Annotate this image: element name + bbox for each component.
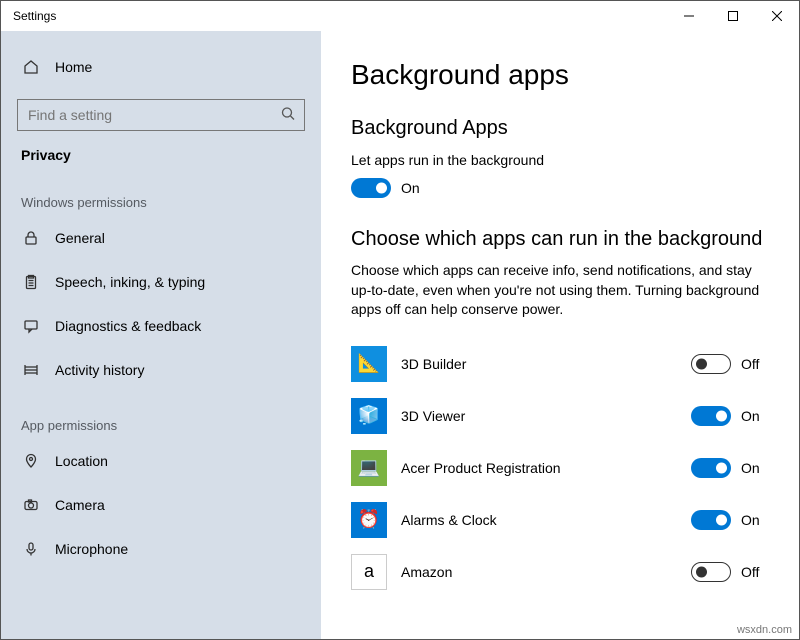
app-toggle[interactable] bbox=[691, 562, 731, 582]
app-name: 3D Viewer bbox=[401, 408, 465, 424]
activity-icon bbox=[21, 362, 41, 378]
app-name: 3D Builder bbox=[401, 356, 466, 372]
app-toggle-state: Off bbox=[741, 564, 759, 580]
nav-item-diagnostics-feedback[interactable]: Diagnostics & feedback bbox=[1, 304, 321, 348]
app-item: 💻 Acer Product Registration On bbox=[351, 442, 775, 494]
app-name: Amazon bbox=[401, 564, 452, 580]
window-title: Settings bbox=[1, 9, 56, 23]
clipboard-icon bbox=[21, 274, 41, 290]
nav-item-label: Camera bbox=[55, 497, 105, 513]
section-choose-apps-title: Choose which apps can run in the backgro… bbox=[351, 228, 775, 251]
nav-item-camera[interactable]: Camera bbox=[1, 483, 321, 527]
home-label: Home bbox=[55, 59, 92, 75]
app-toggle-wrap: On bbox=[691, 406, 775, 426]
app-toggle-wrap: Off bbox=[691, 354, 775, 374]
master-toggle[interactable] bbox=[351, 178, 391, 198]
app-toggle[interactable] bbox=[691, 458, 731, 478]
titlebar: Settings bbox=[1, 1, 799, 31]
app-toggle-state: On bbox=[741, 460, 760, 476]
app-toggle-wrap: On bbox=[691, 458, 775, 478]
app-toggle-wrap: On bbox=[691, 510, 775, 530]
nav-item-label: Activity history bbox=[55, 362, 144, 378]
main-content: Background apps Background Apps Let apps… bbox=[321, 31, 799, 639]
search-wrap bbox=[17, 99, 305, 131]
app-toggle[interactable] bbox=[691, 406, 731, 426]
search-input[interactable] bbox=[17, 99, 305, 131]
home-nav[interactable]: Home bbox=[1, 49, 321, 85]
nav-item-speech-inking-typing[interactable]: Speech, inking, & typing bbox=[1, 260, 321, 304]
page-title: Background apps bbox=[351, 59, 775, 91]
close-icon bbox=[772, 11, 782, 21]
watermark: wsxdn.com bbox=[737, 624, 792, 636]
master-toggle-row: On bbox=[351, 178, 775, 198]
camera-icon bbox=[21, 497, 41, 513]
minimize-button[interactable] bbox=[667, 1, 711, 31]
nav-item-label: General bbox=[55, 230, 105, 246]
app-icon: 🧊 bbox=[351, 398, 387, 434]
current-category: Privacy bbox=[1, 141, 321, 169]
sidebar: Home Privacy Windows permissions General S… bbox=[1, 31, 321, 639]
master-toggle-label: Let apps run in the background bbox=[351, 152, 775, 168]
app-item: 📐 3D Builder Off bbox=[351, 338, 775, 390]
app-icon: ⏰ bbox=[351, 502, 387, 538]
app-icon: 💻 bbox=[351, 450, 387, 486]
app-name: Acer Product Registration bbox=[401, 460, 561, 476]
maximize-icon bbox=[728, 11, 738, 21]
nav-item-label: Speech, inking, & typing bbox=[55, 274, 205, 290]
nav-item-label: Diagnostics & feedback bbox=[55, 318, 201, 334]
minimize-icon bbox=[684, 11, 694, 21]
nav-item-location[interactable]: Location bbox=[1, 439, 321, 483]
nav-item-activity-history[interactable]: Activity history bbox=[1, 348, 321, 392]
app-item: a Amazon Off bbox=[351, 546, 775, 598]
nav-item-microphone[interactable]: Microphone bbox=[1, 527, 321, 571]
nav-item-label: Location bbox=[55, 453, 108, 469]
window-controls bbox=[667, 1, 799, 31]
app-item: 🧊 3D Viewer On bbox=[351, 390, 775, 442]
location-icon bbox=[21, 453, 41, 469]
lock-icon bbox=[21, 230, 41, 246]
window-body: Home Privacy Windows permissions General S… bbox=[1, 31, 799, 639]
nav-item-label: Microphone bbox=[55, 541, 128, 557]
master-toggle-state: On bbox=[401, 180, 420, 196]
app-toggle-state: On bbox=[741, 512, 760, 528]
nav-item-general[interactable]: General bbox=[1, 216, 321, 260]
app-item: ⏰ Alarms & Clock On bbox=[351, 494, 775, 546]
maximize-button[interactable] bbox=[711, 1, 755, 31]
close-button[interactable] bbox=[755, 1, 799, 31]
feedback-icon bbox=[21, 318, 41, 334]
settings-window: Settings Home bbox=[0, 0, 800, 640]
app-icon: 📐 bbox=[351, 346, 387, 382]
mic-icon bbox=[21, 541, 41, 557]
nav-group-header: Windows permissions bbox=[1, 169, 321, 216]
app-toggle-state: Off bbox=[741, 356, 759, 372]
app-toggle[interactable] bbox=[691, 354, 731, 374]
app-toggle-wrap: Off bbox=[691, 562, 775, 582]
section-background-apps-title: Background Apps bbox=[351, 117, 775, 140]
nav-group-header: App permissions bbox=[1, 392, 321, 439]
home-icon bbox=[21, 59, 41, 75]
app-toggle-state: On bbox=[741, 408, 760, 424]
app-list: 📐 3D Builder Off 🧊 3D Viewer On 💻 Acer Product … bbox=[351, 338, 775, 598]
app-name: Alarms & Clock bbox=[401, 512, 497, 528]
app-toggle[interactable] bbox=[691, 510, 731, 530]
section-choose-apps-desc: Choose which apps can receive info, send… bbox=[351, 261, 775, 320]
app-icon: a bbox=[351, 554, 387, 590]
